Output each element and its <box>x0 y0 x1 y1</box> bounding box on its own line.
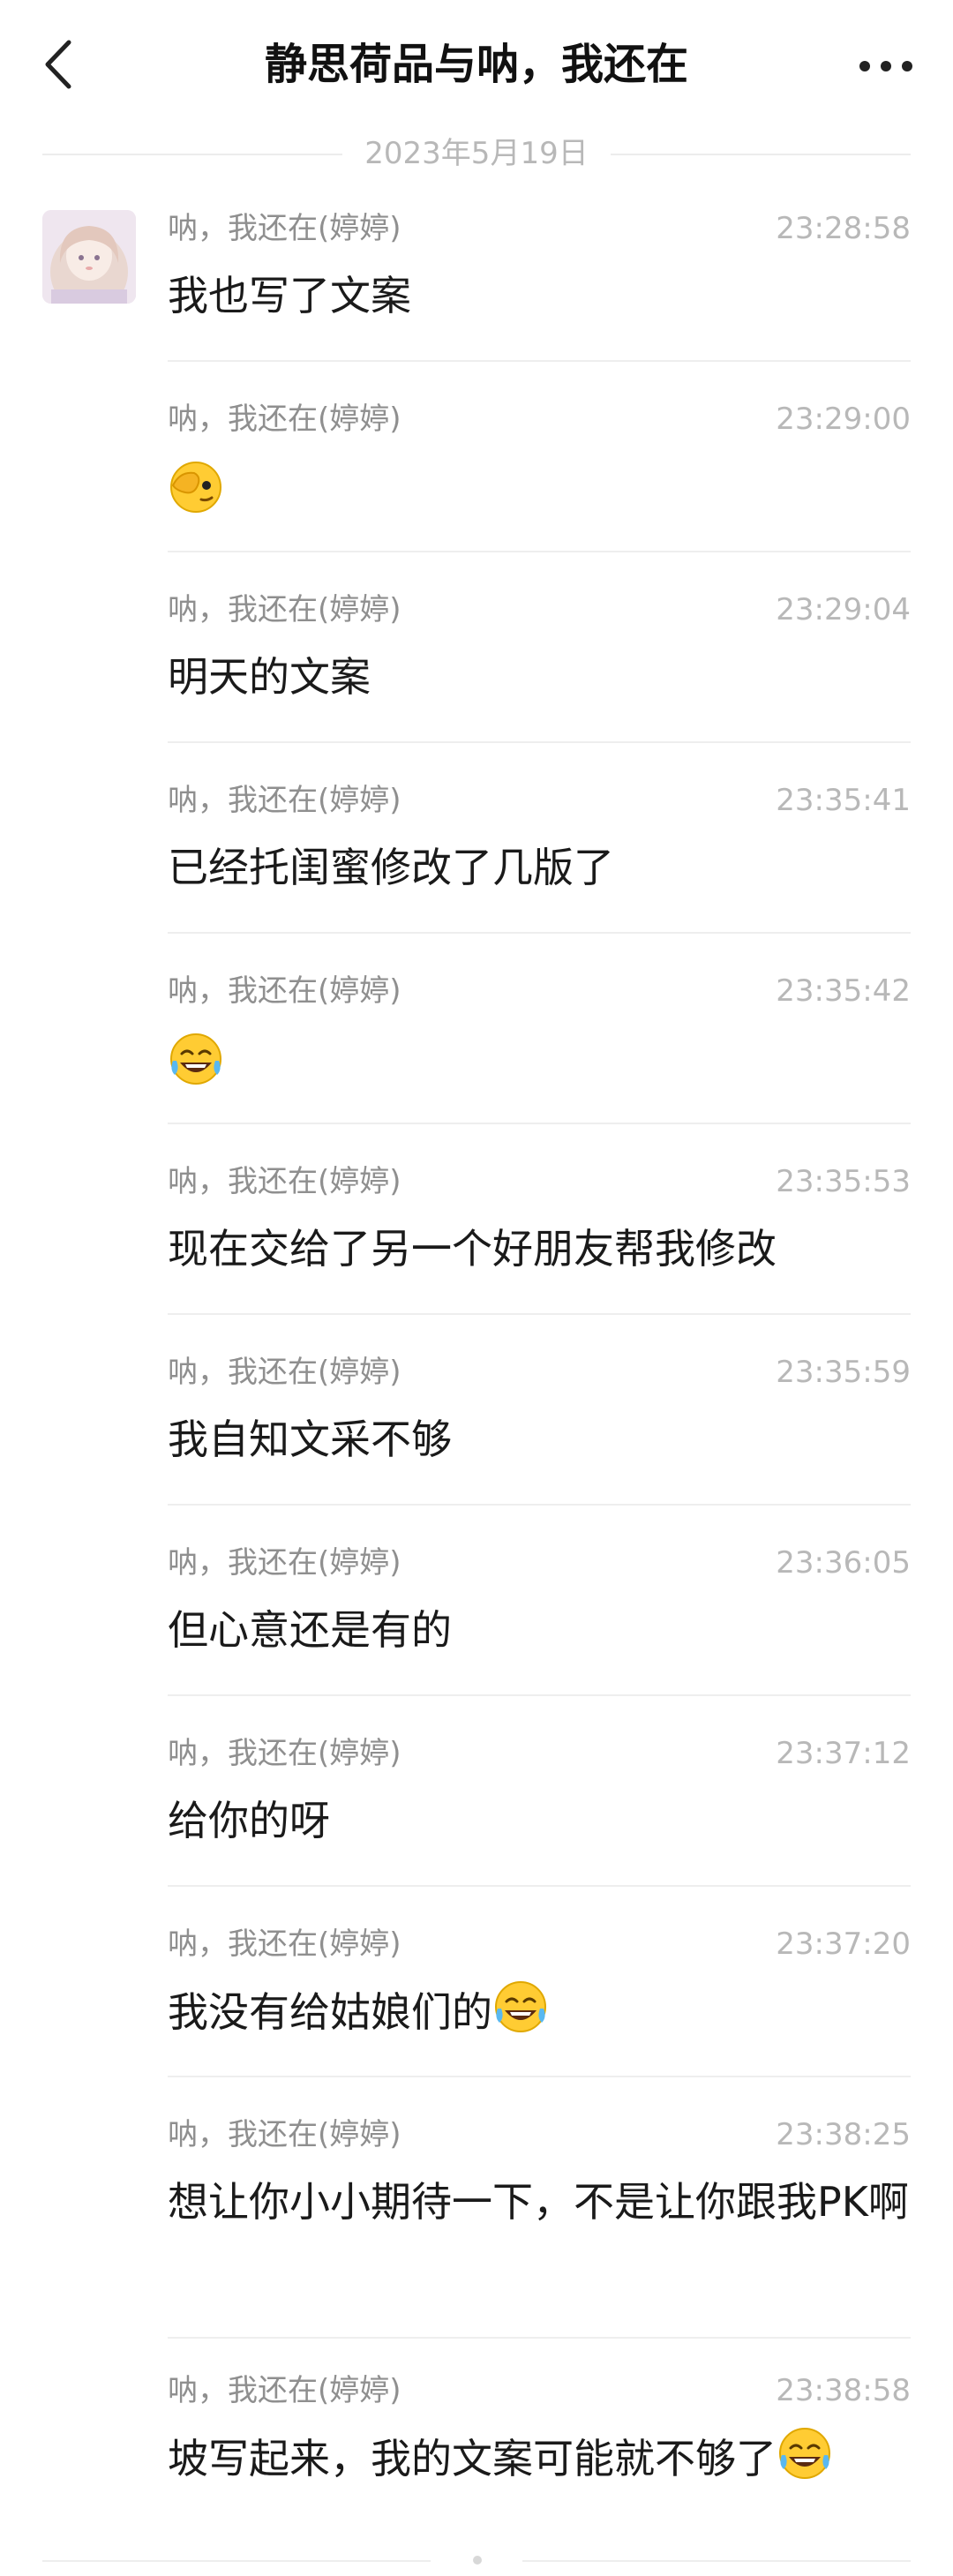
message-separator <box>168 1694 911 1696</box>
date-divider: 2023年5月19日 <box>42 131 911 176</box>
message-time: 23:35:41 <box>776 783 911 818</box>
message-item[interactable]: 呐，我还在(婷婷) 23:37:12 给你的呀 <box>168 1733 911 1910</box>
sender-name: 呐，我还在(婷婷) <box>168 1926 401 1962</box>
sender-name: 呐，我还在(婷婷) <box>168 783 401 818</box>
message-item[interactable]: 呐，我还在(婷婷) 23:35:59 我自知文采不够 <box>168 1352 911 1528</box>
back-button[interactable] <box>32 34 94 95</box>
message-separator <box>168 2337 911 2339</box>
sender-name: 呐，我还在(婷婷) <box>168 1164 401 1199</box>
message-separator <box>168 1313 911 1315</box>
message-item[interactable]: 呐，我还在(婷婷) 23:38:58 坡写起来，我的文案可能就不够了 <box>168 2370 911 2547</box>
message-time: 23:29:04 <box>776 592 911 627</box>
message-separator <box>168 551 911 552</box>
message-text: 我自知文采不够 <box>168 1416 452 1463</box>
message-time: 23:28:58 <box>776 211 911 246</box>
sender-name: 呐，我还在(婷婷) <box>168 402 401 437</box>
sender-name: 呐，我还在(婷婷) <box>168 211 401 246</box>
sender-name: 呐，我还在(婷婷) <box>168 1355 401 1390</box>
message-text: 想让你小小期待一下，不是让你跟我PK啊 <box>168 2178 909 2226</box>
message-separator <box>168 2076 911 2077</box>
message-item[interactable]: 呐，我还在(婷婷) 23:29:00 <box>168 399 911 575</box>
message-time: 23:35:59 <box>776 1355 911 1390</box>
avatar-anime-girl-image <box>42 210 136 304</box>
message-item[interactable]: 呐，我还在(婷婷) 23:36:05 但心意还是有的 <box>168 1543 911 1719</box>
divider-line <box>522 2560 911 2562</box>
sender-name: 呐，我还在(婷婷) <box>168 592 401 627</box>
message-separator <box>168 1504 911 1506</box>
tears-of-joy-emoji <box>779 2428 830 2479</box>
sender-name: 呐，我还在(婷婷) <box>168 2373 401 2408</box>
message-emoji <box>168 1031 224 1087</box>
message-separator <box>168 1885 911 1887</box>
message-text: 给你的呀 <box>168 1797 330 1844</box>
chat-title: 静思荷品与呐，我还在 <box>264 40 688 89</box>
sender-name: 呐，我还在(婷婷) <box>168 1545 401 1581</box>
message-item[interactable]: 呐，我还在(婷婷) 23:35:42 <box>168 971 911 1147</box>
message-time: 23:35:42 <box>776 973 911 1009</box>
divider-line <box>611 154 911 155</box>
message-time: 23:37:20 <box>776 1926 911 1962</box>
list-end-indicator <box>42 2552 911 2570</box>
tears-of-joy-emoji <box>170 1033 221 1085</box>
message-text: 坡写起来，我的文案可能就不够了 <box>168 2435 777 2482</box>
message-time: 23:36:05 <box>776 1545 911 1581</box>
message-item[interactable]: 呐，我还在(婷婷) 23:38:25 想让你小小期待一下，不是让你跟我PK啊 <box>168 2114 911 2362</box>
facepalm-peek-emoji <box>170 462 221 513</box>
message-text: 已经托闺蜜修改了几版了 <box>168 844 614 891</box>
message-item[interactable]: 呐，我还在(婷婷) 23:37:20 我没有给姑娘们的 <box>168 1924 911 2100</box>
end-dot <box>473 2556 482 2565</box>
message-separator <box>168 741 911 743</box>
sender-name: 呐，我还在(婷婷) <box>168 2117 401 2152</box>
message-time: 23:38:58 <box>776 2373 911 2408</box>
message-text: 明天的文案 <box>168 653 371 701</box>
message-time: 23:37:12 <box>776 1736 911 1771</box>
avatar[interactable] <box>42 210 136 304</box>
more-button[interactable] <box>851 34 921 95</box>
sender-name: 呐，我还在(婷婷) <box>168 1736 401 1771</box>
message-item[interactable]: 呐，我还在(婷婷) 23:35:53 现在交给了另一个好朋友帮我修改 <box>168 1161 911 1338</box>
message-text: 但心意还是有的 <box>168 1606 452 1654</box>
message-separator <box>168 1123 911 1124</box>
message-item[interactable]: 呐，我还在(婷婷) 23:28:58 我也写了文案 <box>168 208 911 385</box>
message-item[interactable]: 呐，我还在(婷婷) 23:35:41 已经托闺蜜修改了几版了 <box>168 780 911 957</box>
sender-name: 呐，我还在(婷婷) <box>168 973 401 1009</box>
top-nav-bar: 静思荷品与呐，我还在 <box>0 0 953 132</box>
message-text: 现在交给了另一个好朋友帮我修改 <box>168 1225 777 1273</box>
message-separator <box>168 360 911 362</box>
message-time: 23:38:25 <box>776 2117 911 2152</box>
chevron-left-icon <box>45 40 71 89</box>
message-time: 23:29:00 <box>776 402 911 437</box>
message-body: 我没有给姑娘们的 <box>168 1979 911 2045</box>
message-body: 坡写起来，我的文案可能就不够了 <box>168 2425 911 2491</box>
more-dots-icon <box>859 61 912 71</box>
message-time: 23:35:53 <box>776 1164 911 1199</box>
message-item[interactable]: 呐，我还在(婷婷) 23:29:04 明天的文案 <box>168 590 911 766</box>
message-emoji <box>168 459 224 515</box>
tears-of-joy-emoji <box>495 1981 546 2032</box>
message-text: 我也写了文案 <box>168 272 411 319</box>
message-separator <box>168 932 911 934</box>
divider-line <box>42 2560 431 2562</box>
message-text: 我没有给姑娘们的 <box>168 1988 492 2036</box>
